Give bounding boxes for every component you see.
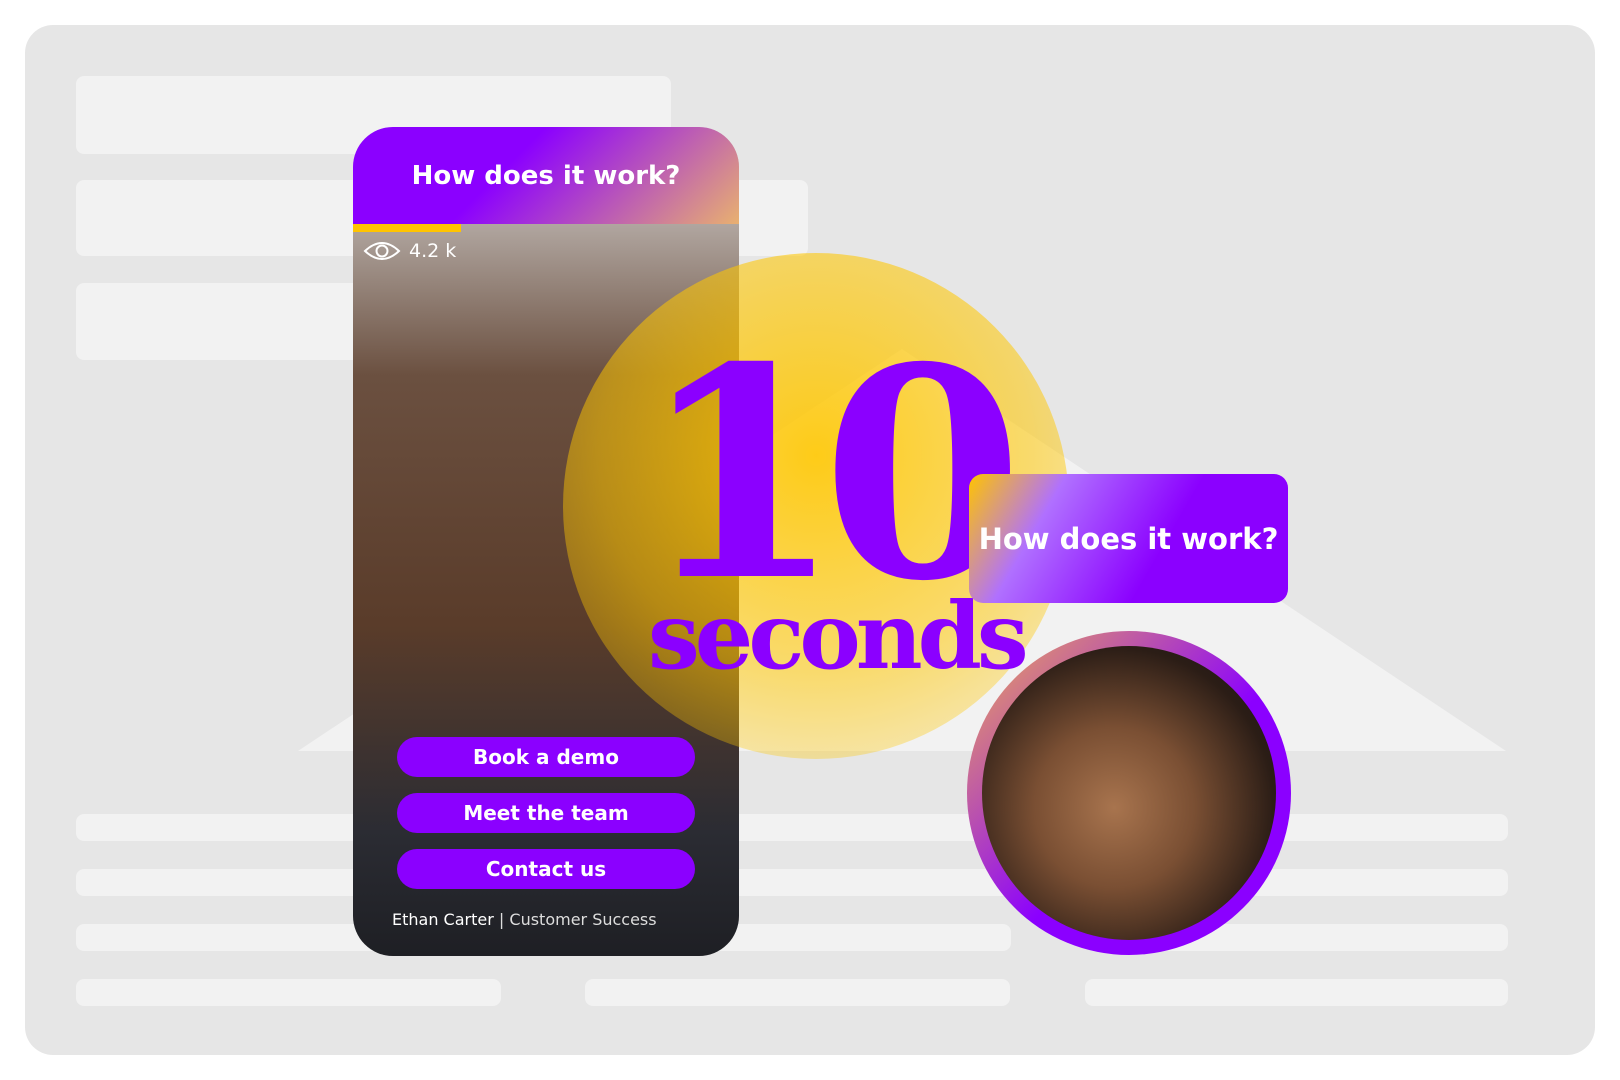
book-demo-button[interactable]: Book a demo bbox=[397, 737, 695, 777]
placeholder-line bbox=[76, 869, 1508, 896]
meet-team-button[interactable]: Meet the team bbox=[397, 793, 695, 833]
headline-unit: seconds bbox=[648, 582, 1029, 690]
eye-icon bbox=[363, 242, 401, 260]
presenter-credit: Ethan Carter | Customer Success bbox=[392, 910, 657, 929]
view-count-text: 4.2 k bbox=[409, 240, 457, 262]
video-progress-bar[interactable] bbox=[353, 224, 739, 232]
presenter-name: Ethan Carter bbox=[392, 910, 494, 929]
contact-us-button[interactable]: Contact us bbox=[397, 849, 695, 889]
video-title: How does it work? bbox=[353, 127, 739, 224]
presenter-role: Customer Success bbox=[509, 910, 657, 929]
how-it-works-button[interactable]: How does it work? bbox=[969, 474, 1288, 603]
placeholder-line bbox=[76, 814, 1508, 841]
placeholder-line bbox=[1085, 979, 1508, 1006]
separator: | bbox=[498, 910, 505, 929]
progress-fill bbox=[353, 224, 462, 232]
avatar-photo bbox=[982, 646, 1276, 940]
view-count: 4.2 k bbox=[363, 239, 456, 263]
headline-number: 10 bbox=[640, 305, 1024, 645]
avatar-bubble[interactable] bbox=[967, 631, 1291, 955]
placeholder-line bbox=[76, 979, 501, 1006]
placeholder-line bbox=[585, 979, 1010, 1006]
